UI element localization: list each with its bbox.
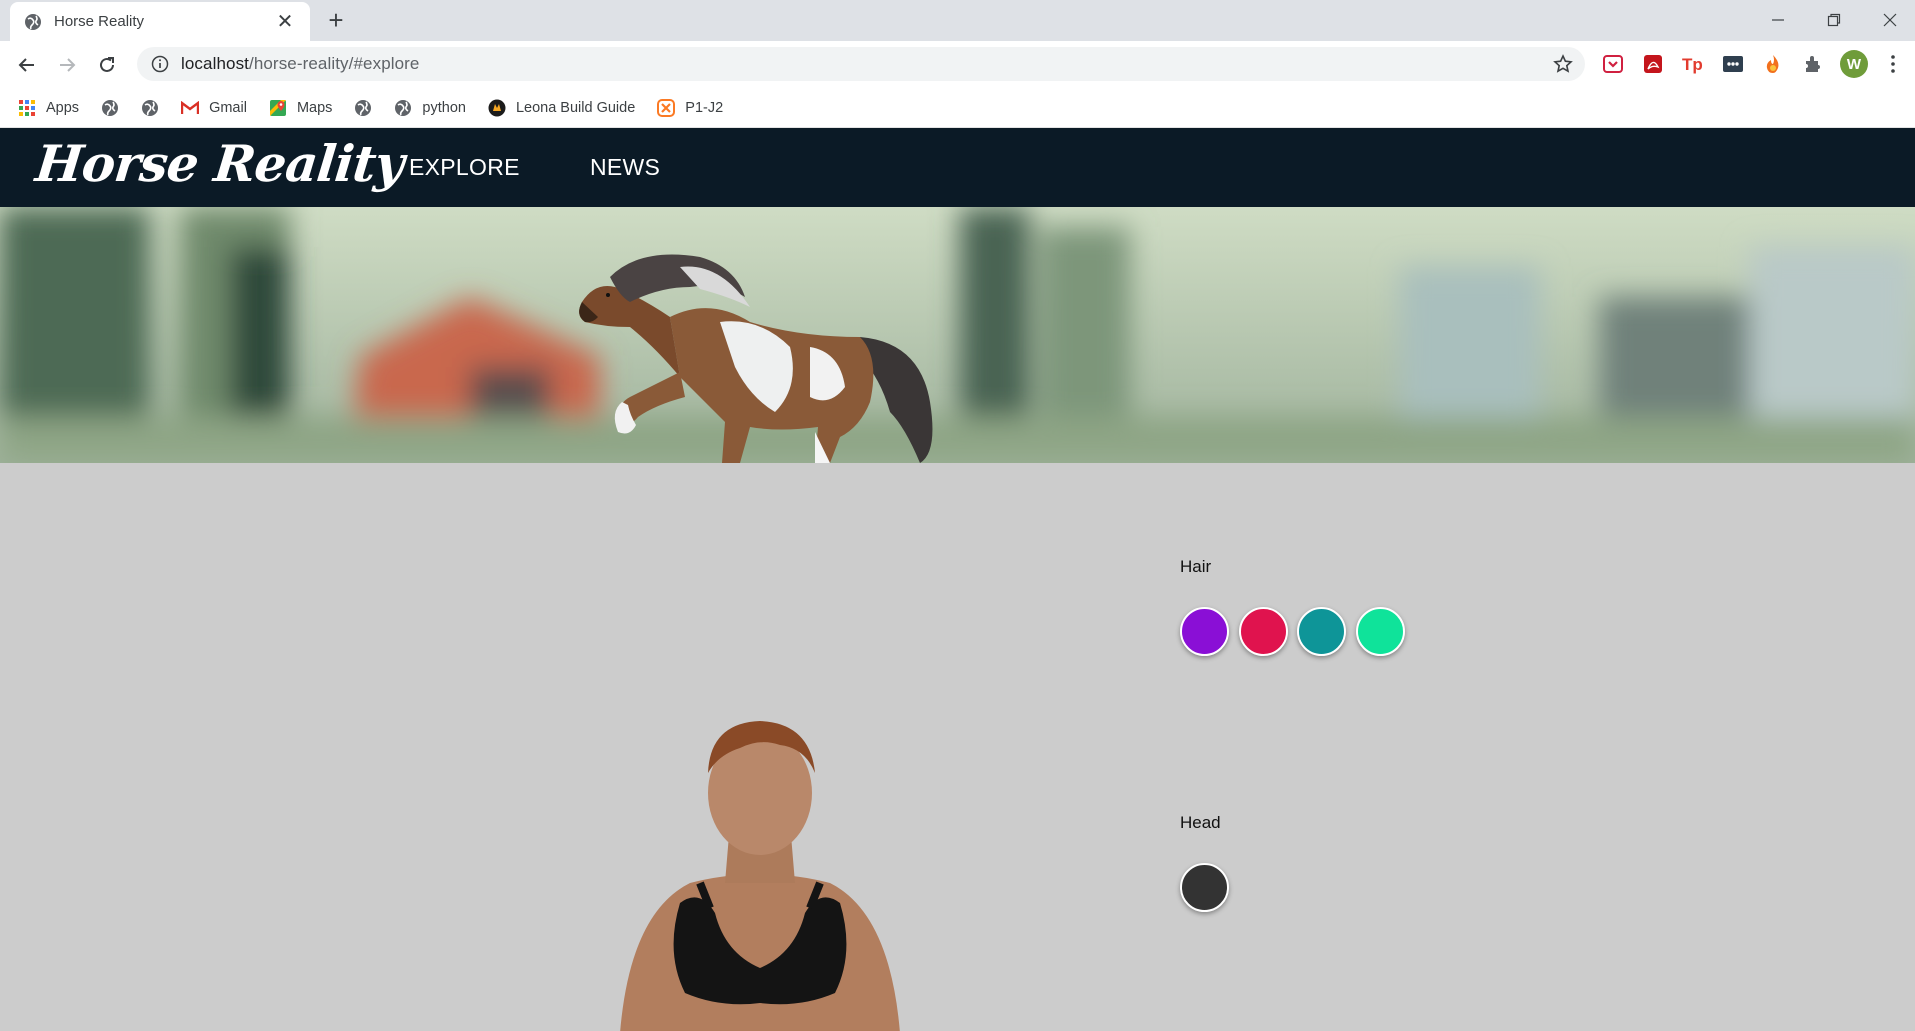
bookmark-label: Gmail (209, 99, 247, 116)
globe-icon (101, 99, 119, 117)
bookmark-label: Leona Build Guide (515, 99, 636, 116)
bookmark-label: Apps (46, 99, 80, 116)
globe-icon (141, 99, 159, 117)
browser-toolbar: localhost/horse-reality/#explore Tp W (0, 41, 1915, 88)
svg-text:Tp: Tp (1682, 55, 1703, 74)
globe-icon (394, 99, 412, 117)
new-tab-button[interactable]: + (322, 7, 350, 34)
minimize-icon (1772, 19, 1784, 21)
site-logo[interactable]: Horse Reality (33, 134, 406, 193)
restore-icon (1827, 13, 1841, 27)
bookmark-label: python (422, 99, 466, 116)
globe-icon (354, 99, 372, 117)
nav-explore-link[interactable]: EXPLORE (409, 154, 520, 181)
url-path: /horse-reality/#explore (249, 54, 420, 73)
hair-color-swatch[interactable] (1180, 607, 1229, 656)
forward-arrow-icon (60, 58, 76, 72)
xampp-icon (657, 98, 676, 117)
site-navbar: Horse Reality EXPLORE NEWS (0, 128, 1915, 207)
explore-content: Hair Head (0, 463, 1915, 1031)
bookmark-leona-build-guide[interactable]: Leona Build Guide (488, 99, 635, 117)
close-window-button[interactable] (1862, 5, 1915, 35)
restore-button[interactable] (1806, 5, 1862, 35)
hair-color-swatch[interactable] (1297, 607, 1346, 656)
bookmark-label: P1-J2 (685, 99, 724, 116)
bookmarks-bar: Apps Gmail Maps python Leona Build Guide… (0, 88, 1915, 128)
leona-icon (488, 99, 506, 117)
pocket-extension-icon[interactable] (1600, 51, 1626, 77)
bookmark-globe-2[interactable] (141, 99, 159, 117)
menu-kebab-icon[interactable] (1880, 51, 1906, 77)
url-host: localhost (181, 54, 249, 73)
reload-button[interactable] (92, 50, 122, 80)
hair-color-swatch[interactable] (1239, 607, 1288, 656)
bookmark-p1-j2[interactable]: P1-J2 (657, 98, 724, 117)
pdf-extension-icon[interactable] (1640, 51, 1666, 77)
maps-icon (269, 99, 287, 117)
tab-title: Horse Reality (54, 13, 145, 30)
bookmark-globe-3[interactable] (354, 99, 372, 117)
back-button[interactable] (12, 50, 42, 80)
bookmark-globe-1[interactable] (101, 99, 119, 117)
tp-extension-icon[interactable]: Tp (1680, 51, 1706, 77)
hero-banner (0, 207, 1915, 463)
forward-button[interactable] (52, 50, 82, 80)
browser-tab-strip: Horse Reality ✕ + (0, 0, 1915, 41)
info-icon (151, 55, 169, 73)
bookmark-star-icon[interactable] (1553, 54, 1573, 74)
more-extension-icon[interactable] (1720, 51, 1746, 77)
minimize-button[interactable] (1750, 5, 1806, 35)
address-bar[interactable]: localhost/horse-reality/#explore (137, 47, 1585, 81)
close-tab-icon[interactable]: ✕ (274, 12, 296, 32)
nav-news-link[interactable]: NEWS (590, 154, 660, 181)
gmail-icon (181, 99, 200, 117)
close-icon (1883, 13, 1897, 27)
bookmark-python[interactable]: python (394, 99, 466, 117)
head-label: Head (1180, 813, 1221, 832)
fire-extension-icon[interactable] (1760, 51, 1786, 77)
bookmark-label: Maps (296, 99, 333, 116)
profile-avatar[interactable]: W (1840, 50, 1868, 78)
hair-color-swatch[interactable] (1356, 607, 1405, 656)
avatar-preview-image (620, 721, 900, 1031)
globe-icon (25, 13, 41, 30)
apps-grid-icon (18, 99, 36, 117)
hair-label: Hair (1180, 557, 1212, 576)
bookmark-gmail[interactable]: Gmail (181, 99, 247, 117)
back-arrow-icon (18, 58, 34, 72)
horse-image (579, 254, 933, 463)
browser-tab[interactable]: Horse Reality ✕ (10, 2, 310, 41)
head-color-swatch[interactable] (1180, 863, 1229, 912)
url-text: localhost/horse-reality/#explore (181, 54, 420, 74)
reload-icon (100, 57, 114, 72)
bookmark-maps[interactable]: Maps (269, 99, 332, 117)
bookmark-apps[interactable]: Apps (18, 99, 79, 117)
extensions-puzzle-icon[interactable] (1800, 51, 1826, 77)
